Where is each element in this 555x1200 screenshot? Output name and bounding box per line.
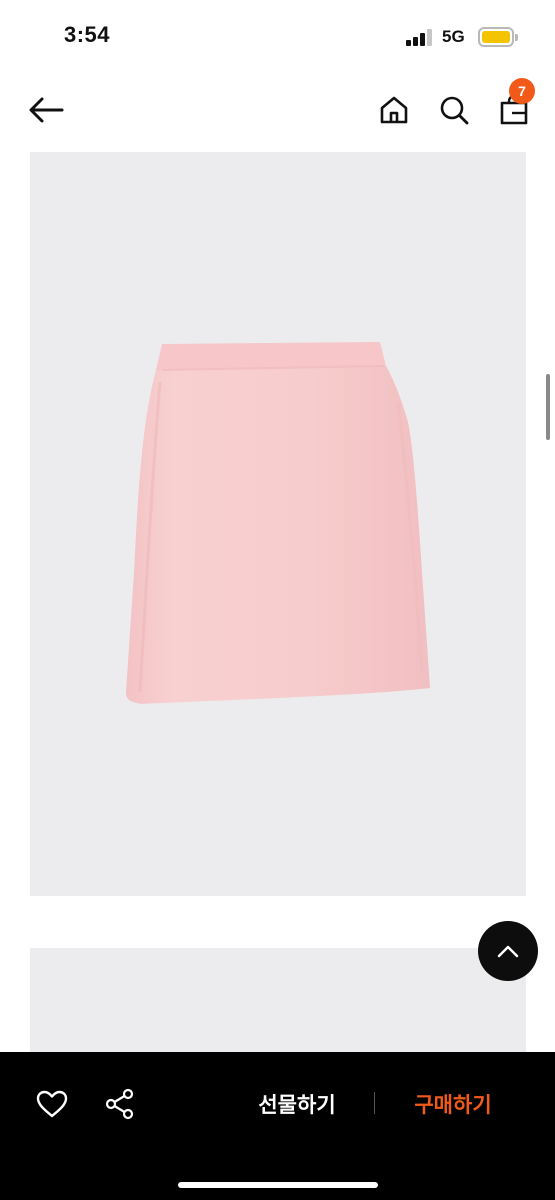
battery-icon xyxy=(478,27,518,47)
pink-skirt-image xyxy=(126,342,430,704)
home-button[interactable] xyxy=(372,88,416,132)
cart-count-badge: 7 xyxy=(509,78,535,104)
share-button[interactable] xyxy=(96,1082,144,1126)
scroll-indicator xyxy=(546,374,550,440)
home-indicator xyxy=(178,1182,378,1188)
network-type: 5G xyxy=(442,27,465,46)
status-time: 3:54 xyxy=(64,22,111,47)
button-divider xyxy=(374,1092,375,1114)
heart-icon xyxy=(36,1090,68,1118)
search-icon xyxy=(440,96,469,125)
product-detail-screen: 3:54 5G 7 선물하기 구매하기 xyxy=(0,0,555,1200)
scroll-top-button[interactable] xyxy=(478,921,538,981)
product-image-secondary[interactable] xyxy=(30,948,526,1058)
arrow-left-icon xyxy=(29,97,64,123)
buy-button[interactable]: 구매하기 xyxy=(392,1082,514,1126)
like-button[interactable] xyxy=(28,1082,76,1126)
app-header xyxy=(0,80,555,140)
product-image[interactable] xyxy=(30,152,526,896)
search-button[interactable] xyxy=(432,88,476,132)
gift-button[interactable]: 선물하기 xyxy=(236,1082,358,1126)
bottom-action-bar: 선물하기 구매하기 xyxy=(0,1052,555,1200)
chevron-up-icon xyxy=(497,945,519,958)
signal-strength-icon xyxy=(406,28,434,46)
back-button[interactable] xyxy=(22,88,70,132)
share-icon xyxy=(105,1088,134,1120)
status-bar: 3:54 5G xyxy=(0,0,555,72)
home-icon xyxy=(380,96,408,124)
